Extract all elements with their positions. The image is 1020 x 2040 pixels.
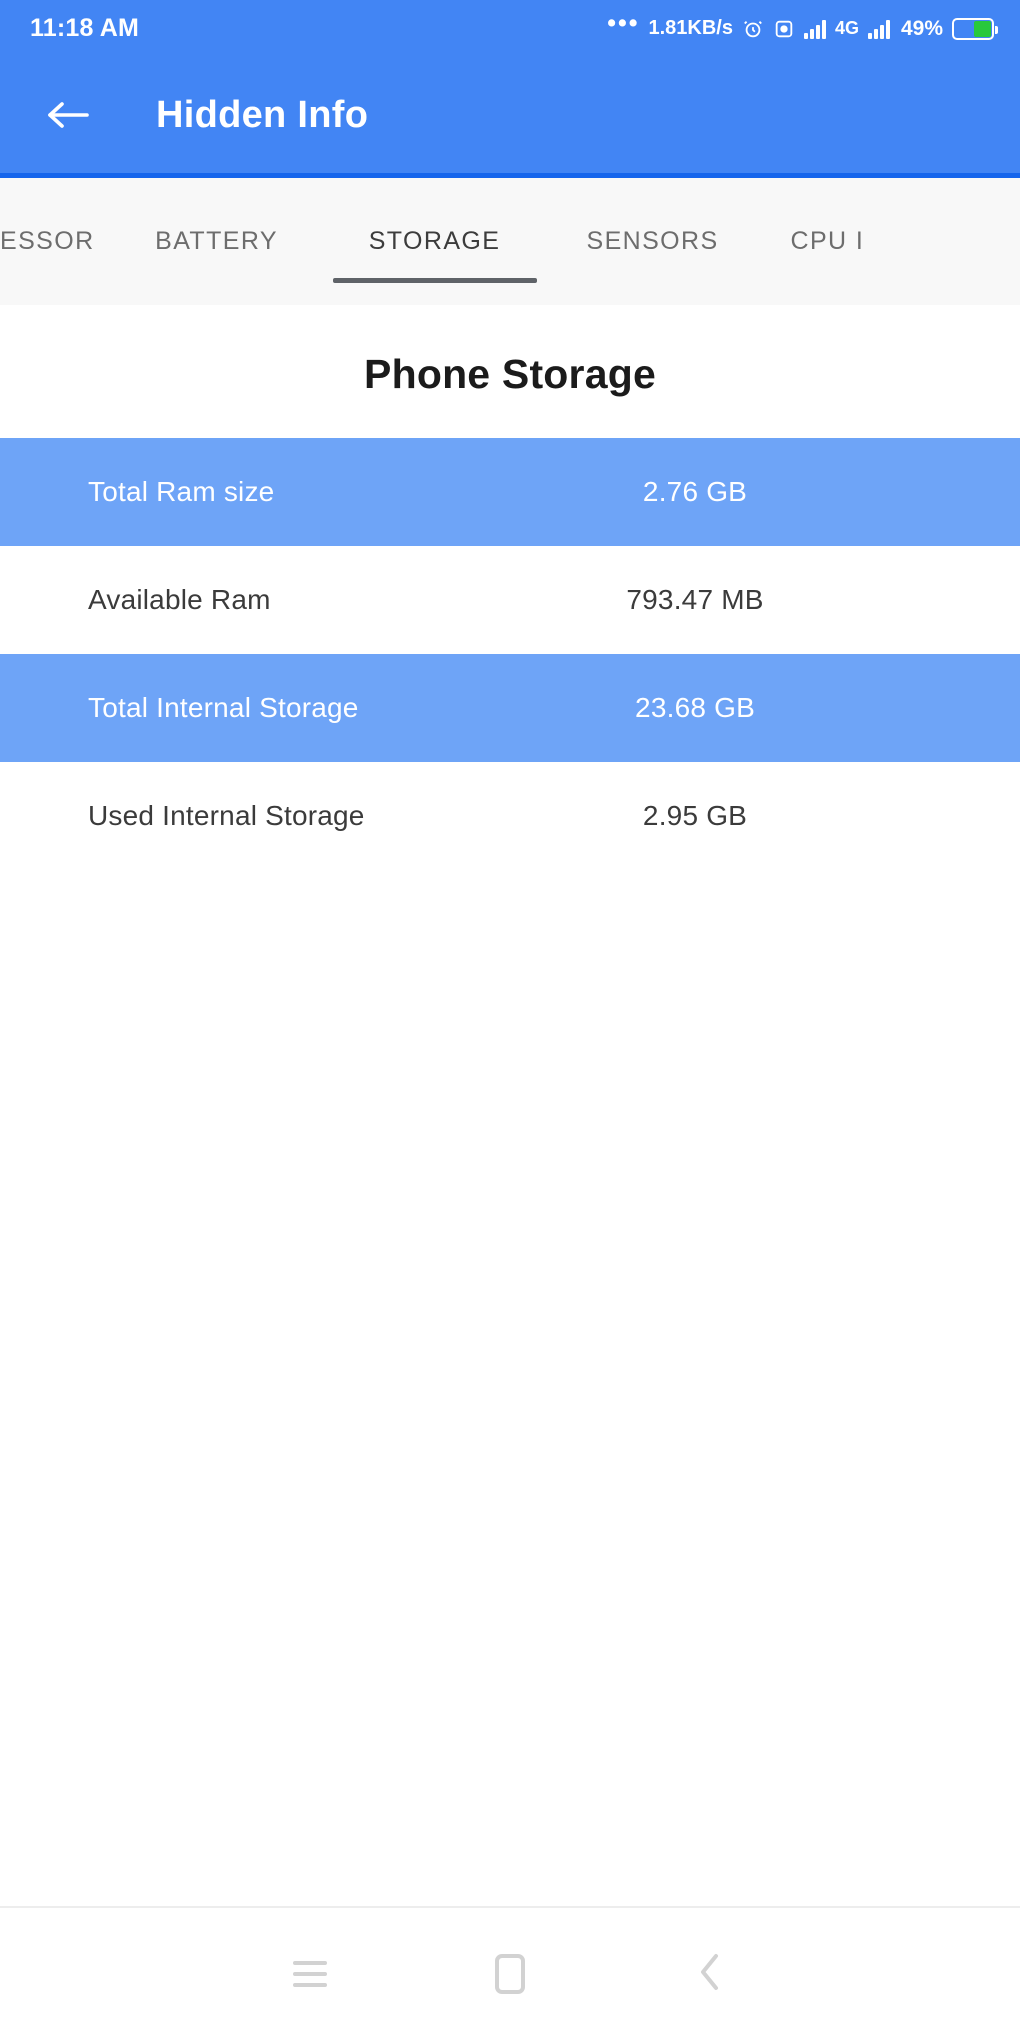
- home-icon: [495, 1954, 525, 1994]
- network-speed-label: 1.81KB/s: [648, 17, 733, 39]
- app-bar: Hidden Info: [0, 57, 1020, 178]
- tab-label: CPU I: [790, 227, 865, 255]
- row-value: 23.68 GB: [635, 692, 755, 723]
- row-value: 2.95 GB: [642, 800, 748, 831]
- arrow-left-icon[interactable]: [42, 89, 94, 141]
- row-label: Total Internal Storage: [88, 692, 359, 723]
- row-label: Available Ram: [88, 584, 271, 615]
- tab-bar[interactable]: ESSOR BATTERY STORAGE SENSORS CPU I: [0, 178, 1020, 305]
- system-nav-bar: [0, 1908, 1020, 2040]
- tab-sensors[interactable]: SENSORS: [537, 178, 769, 305]
- content-empty-space: [0, 870, 1020, 1906]
- alarm-icon: [742, 18, 764, 40]
- status-icons: ••• 1.81KB/s 4G 49%: [607, 8, 998, 41]
- battery-percent-label: 49%: [900, 16, 943, 40]
- row-label: Total Ram size: [88, 476, 275, 507]
- table-row[interactable]: Total Ram size 2.76 GB: [0, 438, 1020, 546]
- row-label: Used Internal Storage: [88, 800, 365, 831]
- table-row[interactable]: Used Internal Storage 2.95 GB: [0, 762, 1020, 870]
- storage-table: Total Ram size 2.76 GB Available Ram 793…: [0, 438, 1020, 870]
- status-bar: 11:18 AM ••• 1.81KB/s 4G 49%: [0, 0, 1020, 57]
- tab-storage[interactable]: STORAGE: [332, 178, 537, 305]
- tab-label: STORAGE: [368, 227, 501, 255]
- status-clock: 11:18 AM: [30, 14, 140, 42]
- sim2-signal-icon: [867, 19, 890, 39]
- row-value: 2.76 GB: [642, 476, 748, 507]
- recents-button[interactable]: [210, 1961, 410, 1987]
- phone-screen: 11:18 AM ••• 1.81KB/s 4G 49% Hidden Info…: [0, 0, 1020, 2040]
- table-row[interactable]: Available Ram 793.47 MB: [0, 546, 1020, 654]
- back-icon: [695, 1950, 725, 1999]
- page-title: Hidden Info: [156, 93, 369, 136]
- overflow-dots-icon: •••: [607, 8, 640, 37]
- table-row[interactable]: Total Internal Storage 23.68 GB: [0, 654, 1020, 762]
- row-value: 793.47 MB: [626, 584, 764, 615]
- tab-label: SENSORS: [586, 227, 719, 255]
- tab-battery[interactable]: BATTERY: [101, 178, 333, 305]
- tab-label: BATTERY: [155, 227, 278, 255]
- battery-icon: [952, 17, 998, 40]
- recents-icon: [293, 1961, 327, 1987]
- screen-record-icon: [773, 18, 795, 40]
- content-area: Phone Storage Total Ram size 2.76 GB Ava…: [0, 305, 1020, 1908]
- tab-cpu-info[interactable]: CPU I: [769, 178, 1020, 305]
- signal-bars-icon: [803, 19, 826, 39]
- section-title: Phone Storage: [364, 351, 656, 397]
- tab-active-indicator: [332, 278, 537, 283]
- network-type-label: 4G: [834, 18, 859, 38]
- tab-processor[interactable]: ESSOR: [0, 178, 101, 305]
- tab-label: ESSOR: [0, 227, 95, 255]
- home-button[interactable]: [410, 1954, 610, 1994]
- back-button[interactable]: [610, 1950, 810, 1999]
